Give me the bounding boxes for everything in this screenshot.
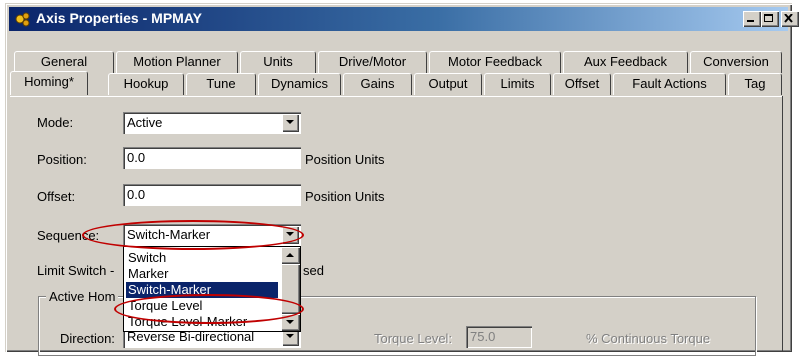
mode-select[interactable]: Active — [123, 112, 301, 134]
sequence-value: Switch-Marker — [127, 227, 211, 242]
maximize-button[interactable] — [761, 11, 779, 27]
tab-label: Hookup — [123, 76, 169, 91]
window-title: Axis Properties - MPMAY — [36, 10, 202, 26]
tab-homing[interactable]: Homing* — [10, 71, 88, 95]
tab-motion-planner[interactable]: Motion Planner — [116, 51, 238, 73]
tab-units[interactable]: Units — [240, 51, 316, 73]
close-icon — [784, 14, 793, 23]
dropdown-option-torque-level-marker[interactable]: Torque Level-Marker — [126, 314, 278, 330]
position-label: Position: — [37, 152, 87, 167]
mode-label: Mode: — [37, 115, 74, 130]
tab-label: Motion Planner — [133, 54, 221, 69]
sequence-label: Sequence: — [37, 228, 100, 243]
tab-label: Fault Actions — [632, 76, 707, 91]
chevron-up-icon — [286, 253, 294, 257]
scrollbar-thumb[interactable] — [281, 264, 300, 314]
chevron-down-icon — [286, 232, 294, 236]
tab-panel-border — [10, 96, 783, 97]
position-units-label: Position Units — [305, 152, 385, 167]
tab-dynamics[interactable]: Dynamics — [258, 73, 341, 95]
tab-label: Drive/Motor — [338, 54, 407, 69]
mode-value: Active — [127, 115, 163, 130]
dropdown-option-switch[interactable]: Switch — [126, 250, 278, 266]
tab-label: Tune — [206, 76, 236, 91]
offset-value: 0.0 — [127, 187, 146, 202]
tab-label: Aux Feedback — [583, 54, 668, 69]
tab-fault-actions[interactable]: Fault Actions — [613, 73, 726, 95]
mode-dropdown-button[interactable] — [282, 114, 299, 132]
tab-offset[interactable]: Offset — [553, 73, 611, 95]
tab-general[interactable]: General — [14, 51, 114, 73]
sequence-select[interactable]: Switch-Marker — [123, 224, 301, 246]
tab-limits[interactable]: Limits — [484, 73, 551, 95]
offset-units-label: Position Units — [305, 189, 385, 204]
position-value: 0.0 — [127, 150, 146, 165]
tab-aux-feedback[interactable]: Aux Feedback — [563, 51, 688, 73]
tab-conversion[interactable]: Conversion — [690, 51, 782, 73]
chevron-down-icon — [286, 320, 294, 324]
scroll-up-button[interactable] — [281, 247, 300, 264]
limit-switch-label: Limit Switch - — [37, 263, 115, 278]
tab-label: Limits — [500, 76, 535, 91]
tab-output[interactable]: Output — [414, 73, 482, 95]
tab-gains[interactable]: Gains — [343, 73, 412, 95]
minimize-icon — [747, 20, 754, 22]
active-home-group-title: Active Hom — [46, 289, 119, 304]
tab-panel-edge — [782, 96, 783, 352]
tab-label: Output — [428, 76, 468, 91]
dropdown-option-marker[interactable]: Marker — [126, 266, 278, 282]
dropdown-scrollbar[interactable] — [281, 247, 300, 331]
tab-motor-feedback[interactable]: Motor Feedback — [429, 51, 561, 73]
sequence-dropdown-list[interactable]: Switch Marker Switch-Marker Torque Level… — [123, 246, 301, 332]
tab-label: Conversion — [703, 54, 769, 69]
minimize-button[interactable] — [743, 11, 761, 27]
dropdown-option-switch-marker[interactable]: Switch-Marker — [126, 282, 278, 298]
tab-label: Units — [263, 54, 293, 69]
direction-label: Direction: — [60, 331, 115, 346]
sequence-dropdown-button[interactable] — [282, 226, 299, 244]
tab-label: General — [40, 54, 88, 69]
torque-units-label: % Continuous Torque — [586, 331, 711, 346]
tab-label: Homing* — [24, 74, 74, 89]
dropdown-option-torque-level[interactable]: Torque Level — [126, 298, 278, 314]
chevron-down-icon — [286, 334, 294, 338]
offset-input[interactable]: 0.0 — [123, 184, 301, 206]
position-input[interactable]: 0.0 — [123, 147, 301, 169]
axis-app-icon — [15, 12, 30, 27]
tab-label: Offset — [564, 76, 600, 91]
maximize-icon — [764, 14, 773, 22]
tab-tag[interactable]: Tag — [728, 73, 782, 95]
tab-label: Gains — [360, 76, 395, 91]
close-button[interactable] — [781, 11, 799, 27]
tab-tune[interactable]: Tune — [186, 73, 256, 95]
torque-level-value: 75.0 — [470, 329, 496, 344]
tab-drive-motor[interactable]: Drive/Motor — [318, 51, 427, 73]
torque-level-label: Torque Level: — [374, 331, 453, 346]
offset-label: Offset: — [37, 189, 76, 204]
tab-label: Motor Feedback — [448, 54, 542, 69]
title-bar[interactable]: Axis Properties - MPMAY — [9, 7, 799, 31]
scroll-down-button[interactable] — [281, 314, 300, 331]
tab-label: Dynamics — [270, 76, 329, 91]
tab-hookup[interactable]: Hookup — [108, 73, 184, 95]
tab-label: Tag — [744, 76, 766, 91]
limit-switch-state-label: sed — [303, 263, 324, 278]
torque-level-input[interactable]: 75.0 — [466, 326, 532, 348]
chevron-down-icon — [286, 120, 294, 124]
